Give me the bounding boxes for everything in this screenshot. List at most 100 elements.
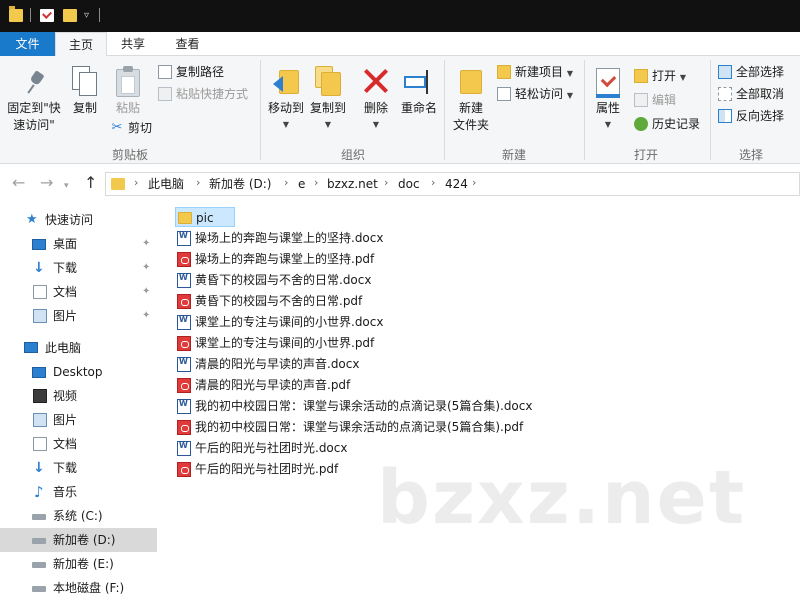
- new-folder-quick-icon[interactable]: [63, 9, 77, 22]
- group-separator: [444, 60, 445, 160]
- chevron-right-icon[interactable]: ›: [431, 176, 435, 189]
- easy-access-button[interactable]: 轻松访问 ▼: [497, 84, 573, 104]
- breadcrumb-bzxz[interactable]: bzxz.net: [327, 176, 378, 192]
- open-button[interactable]: 打开 ▼: [634, 66, 686, 86]
- copy-label: 复制: [72, 101, 97, 115]
- sidebar-item-drive-e[interactable]: 新加卷 (E:): [0, 552, 157, 576]
- ribbon-tabs: 文件 主页 共享 查看: [0, 32, 800, 57]
- invert-selection-button[interactable]: 反向选择: [718, 106, 784, 126]
- sidebar-item-videos[interactable]: 视频: [0, 384, 157, 408]
- sidebar-item-pictures[interactable]: 图片 ✦: [0, 304, 157, 328]
- back-arrow-icon[interactable]: ←: [12, 174, 25, 192]
- tab-home[interactable]: 主页: [55, 32, 107, 57]
- watermark: bzxz.net: [377, 455, 747, 541]
- tab-share[interactable]: 共享: [107, 32, 159, 56]
- sidebar-item-drive-d[interactable]: 新加卷 (D:): [0, 528, 157, 552]
- copy-to-icon: [315, 66, 343, 96]
- tab-view[interactable]: 查看: [160, 32, 215, 56]
- toolbar-separator: [99, 8, 100, 22]
- sidebar-item-drive-c[interactable]: 系统 (C:): [0, 504, 157, 528]
- music-icon: ♪: [34, 483, 44, 501]
- sidebar-label: 系统 (C:): [53, 509, 103, 523]
- sidebar-item-pictures-pc[interactable]: 图片: [0, 408, 157, 432]
- desktop-icon: [32, 367, 46, 378]
- pin-icon[interactable]: ✦: [142, 280, 150, 304]
- cut-button[interactable]: ✂ 剪切: [110, 118, 152, 138]
- breadcrumb-drive-d[interactable]: 新加卷 (D:): [209, 176, 271, 192]
- select-none-label: 全部取消: [736, 87, 785, 101]
- chevron-right-icon[interactable]: ›: [314, 176, 318, 189]
- download-icon: ↓: [33, 260, 45, 276]
- sidebar-item-documents[interactable]: 文档 ✦: [0, 280, 157, 304]
- chevron-right-icon[interactable]: ›: [384, 176, 388, 189]
- sidebar-label: 新加卷 (D:): [53, 533, 116, 547]
- new-item-button[interactable]: 新建项目 ▼: [497, 62, 573, 82]
- paste-shortcut-button[interactable]: 粘贴快捷方式: [158, 84, 248, 104]
- word-document-icon: [177, 315, 191, 330]
- new-folder-label-line1: 新建: [458, 101, 483, 115]
- list-item[interactable]: pic: [175, 207, 235, 227]
- sidebar-item-downloads-pc[interactable]: ↓ 下载: [0, 456, 157, 480]
- customize-toolbar-chevron-icon[interactable]: ▿: [84, 10, 89, 21]
- forward-arrow-icon[interactable]: →: [40, 174, 53, 192]
- file-name: 午后的阳光与社团时光.pdf: [195, 462, 339, 476]
- delete-dropdown-icon: ▼: [372, 120, 380, 129]
- sidebar-label: Desktop: [53, 365, 103, 379]
- tab-file[interactable]: 文件: [0, 32, 55, 56]
- pin-quick-access-button[interactable]: 固定到"快 速访问": [2, 56, 66, 144]
- drive-icon: [32, 562, 46, 568]
- sidebar-item-quick-access[interactable]: ★ 快速访问: [0, 208, 157, 232]
- sidebar-item-this-pc[interactable]: 此电脑: [0, 336, 157, 360]
- sidebar-item-desktop-pc[interactable]: Desktop: [0, 360, 157, 384]
- sidebar-item-desktop[interactable]: 桌面 ✦: [0, 232, 157, 256]
- chevron-right-icon[interactable]: ›: [196, 176, 200, 189]
- sidebar-label: 快速访问: [45, 213, 94, 227]
- open-icon: [634, 68, 648, 83]
- breadcrumb-e[interactable]: e: [298, 176, 305, 192]
- pin-icon[interactable]: ✦: [142, 256, 150, 280]
- pin-icon[interactable]: ✦: [142, 304, 150, 328]
- properties-quick-icon[interactable]: [40, 9, 54, 22]
- chevron-right-icon[interactable]: ›: [284, 176, 288, 189]
- system-drive-icon: [32, 514, 46, 520]
- sidebar-item-documents-pc[interactable]: 文档: [0, 432, 157, 456]
- sidebar-item-drive-f[interactable]: 本地磁盘 (F:): [0, 576, 157, 600]
- properties-button[interactable]: 属性 ▼: [588, 56, 628, 144]
- breadcrumb-424[interactable]: 424: [445, 176, 468, 192]
- desktop-icon: [32, 239, 46, 250]
- pdf-icon: [177, 420, 191, 435]
- copy-to-dropdown-icon: ▼: [324, 120, 332, 129]
- recent-locations-chevron-icon[interactable]: ▾: [64, 177, 69, 195]
- up-arrow-icon[interactable]: ↑: [84, 174, 97, 192]
- sidebar-item-downloads[interactable]: ↓ 下载 ✦: [0, 256, 157, 280]
- move-to-button[interactable]: 移动到 ▼: [263, 56, 309, 144]
- sidebar-label: 新加卷 (E:): [53, 557, 114, 571]
- group-separator: [260, 60, 261, 160]
- copy-button[interactable]: 复制: [66, 56, 104, 144]
- sidebar-label: 文档: [53, 285, 78, 299]
- breadcrumb-this-pc[interactable]: 此电脑: [148, 176, 184, 192]
- address-bar[interactable]: › 此电脑 › 新加卷 (D:) › e › bzxz.net › doc › …: [105, 172, 800, 196]
- pin-label-line2: 速访问": [13, 118, 55, 132]
- new-folder-button[interactable]: 新建 文件夹: [450, 56, 492, 144]
- edit-button[interactable]: 编辑: [634, 90, 676, 110]
- breadcrumb-doc[interactable]: doc: [398, 176, 420, 192]
- select-none-button[interactable]: 全部取消: [718, 84, 784, 104]
- rename-button[interactable]: 重命名: [398, 56, 440, 144]
- chevron-right-icon[interactable]: ›: [472, 176, 476, 189]
- delete-button[interactable]: 删除 ▼: [358, 56, 394, 144]
- history-button[interactable]: 历史记录: [634, 114, 700, 134]
- easy-access-dropdown-icon: ▼: [566, 91, 573, 100]
- pin-icon[interactable]: ✦: [142, 232, 150, 256]
- sidebar-item-music[interactable]: ♪ 音乐: [0, 480, 157, 504]
- select-none-icon: [718, 86, 732, 101]
- video-icon: [33, 389, 47, 403]
- copy-to-button[interactable]: 复制到 ▼: [305, 56, 351, 144]
- copy-path-button[interactable]: 复制路径: [158, 62, 224, 82]
- move-to-label: 移动到: [267, 101, 304, 115]
- chevron-right-icon[interactable]: ›: [134, 176, 138, 189]
- group-separator: [584, 60, 585, 160]
- properties-label: 属性: [595, 101, 620, 115]
- select-all-button[interactable]: 全部选择: [718, 62, 784, 82]
- toolbar-separator: [30, 8, 31, 22]
